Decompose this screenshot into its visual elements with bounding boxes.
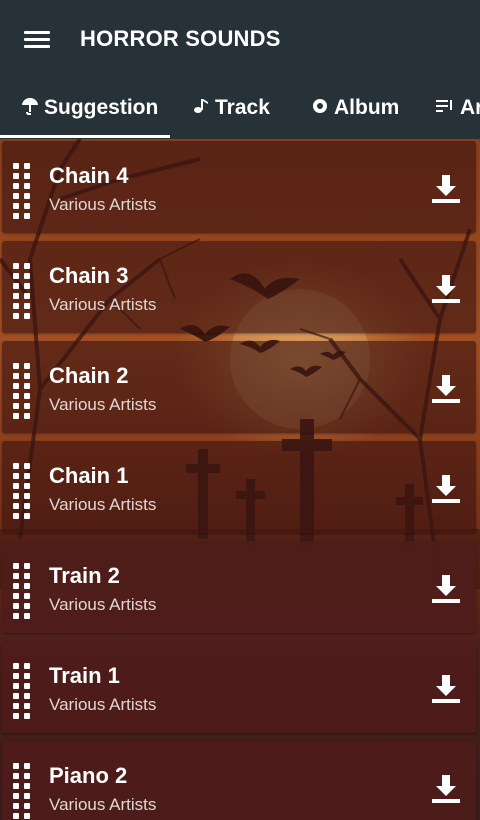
download-icon[interactable] <box>428 371 464 407</box>
tab-suggestion[interactable]: Suggestion <box>22 77 158 139</box>
download-icon[interactable] <box>428 671 464 707</box>
tab-track-label: Track <box>215 96 270 119</box>
disc-icon <box>312 98 328 119</box>
drag-handle-icon[interactable] <box>13 563 35 619</box>
track-row[interactable]: Train 2 Various Artists <box>2 541 476 633</box>
drag-handle-icon[interactable] <box>13 463 35 519</box>
tab-album-label: Album <box>334 96 400 119</box>
track-artist: Various Artists <box>49 595 157 614</box>
track-row[interactable]: Piano 2 Various Artists <box>2 741 476 820</box>
tab-artist[interactable]: Ar <box>436 77 480 139</box>
app-title: HORROR SOUNDS <box>80 25 281 51</box>
track-artist: Various Artists <box>49 395 157 414</box>
download-icon[interactable] <box>428 271 464 307</box>
tab-indicator <box>0 135 170 138</box>
track-title: Chain 2 <box>49 363 129 388</box>
track-title: Chain 3 <box>49 263 129 288</box>
drag-handle-icon[interactable] <box>13 763 35 819</box>
tab-bar: Suggestion Track Album Ar <box>0 77 480 139</box>
track-title: Train 2 <box>49 563 120 588</box>
drag-handle-icon[interactable] <box>13 363 35 419</box>
track-row[interactable]: Chain 1 Various Artists <box>2 441 476 533</box>
tab-album[interactable]: Album <box>312 77 399 139</box>
track-row[interactable]: Chain 2 Various Artists <box>2 341 476 433</box>
track-title: Chain 4 <box>49 163 129 188</box>
music-note-icon <box>193 97 209 120</box>
track-artist: Various Artists <box>49 495 157 514</box>
app-bar: HORROR SOUNDS <box>0 0 480 77</box>
playlist-icon <box>436 99 454 118</box>
track-title: Chain 1 <box>49 463 129 488</box>
track-title: Piano 2 <box>49 763 128 788</box>
track-row[interactable]: Train 1 Various Artists <box>2 641 476 733</box>
drag-handle-icon[interactable] <box>13 663 35 719</box>
download-icon[interactable] <box>428 771 464 807</box>
track-row[interactable]: Chain 3 Various Artists <box>2 241 476 333</box>
tab-track[interactable]: Track <box>193 77 270 139</box>
download-icon[interactable] <box>428 171 464 207</box>
track-row[interactable]: Chain 4 Various Artists <box>2 141 476 233</box>
track-title: Train 1 <box>49 663 120 688</box>
tab-artist-label: Ar <box>460 96 480 119</box>
menu-icon[interactable] <box>24 29 50 49</box>
umbrella-icon <box>22 97 38 120</box>
drag-handle-icon[interactable] <box>13 263 35 319</box>
track-artist: Various Artists <box>49 695 157 714</box>
track-artist: Various Artists <box>49 795 157 814</box>
track-artist: Various Artists <box>49 195 157 214</box>
drag-handle-icon[interactable] <box>13 163 35 219</box>
download-icon[interactable] <box>428 471 464 507</box>
download-icon[interactable] <box>428 571 464 607</box>
tab-suggestion-label: Suggestion <box>44 96 159 119</box>
track-list[interactable]: Chain 4 Various Artists Chain 3 Various … <box>0 139 480 820</box>
track-artist: Various Artists <box>49 295 157 314</box>
